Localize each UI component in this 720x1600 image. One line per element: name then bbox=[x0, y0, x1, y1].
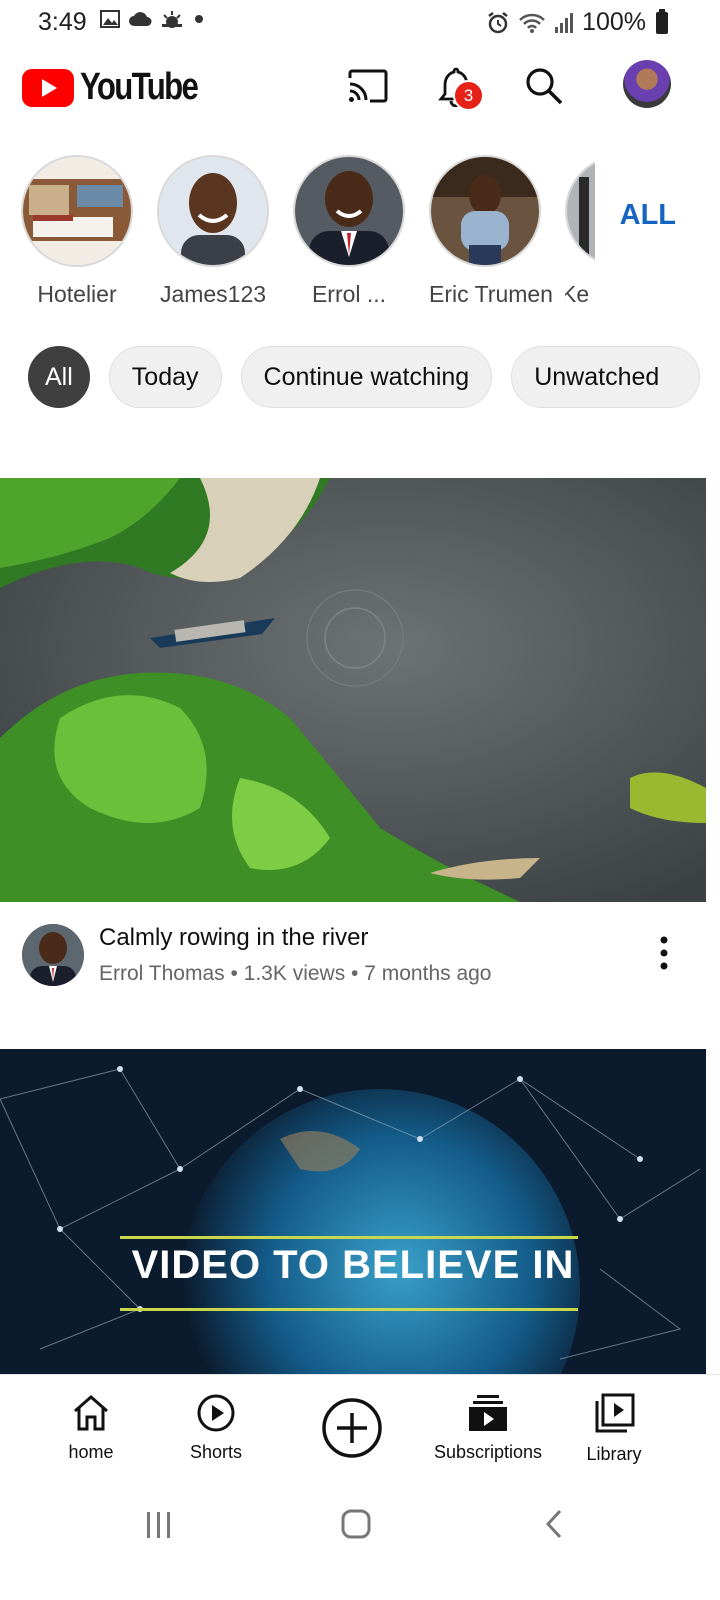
channel-avatar bbox=[293, 155, 405, 267]
gallery-icon bbox=[100, 10, 120, 28]
nav-library[interactable]: Library bbox=[544, 1393, 684, 1465]
channel-name: James123 bbox=[159, 281, 267, 307]
thumbnail-caption: VIDEO TO BELIEVE IN bbox=[131, 1243, 575, 1287]
channel-avatar bbox=[429, 155, 541, 267]
video-subtitle: Errol Thomas • 1.3K views • 7 months ago bbox=[99, 962, 492, 985]
status-icons-left bbox=[100, 10, 206, 28]
all-channels-link[interactable]: ALL bbox=[620, 199, 676, 232]
system-navigation-bar bbox=[0, 1480, 720, 1600]
channel-item-hotelier[interactable]: Hotelier bbox=[21, 155, 133, 308]
channel-avatar bbox=[565, 155, 595, 267]
channel-avatar[interactable] bbox=[22, 924, 84, 986]
more-options-button[interactable] bbox=[654, 934, 674, 974]
library-icon bbox=[595, 1393, 635, 1433]
recent-apps-icon[interactable] bbox=[144, 1510, 174, 1540]
chip-today[interactable]: Today bbox=[108, 346, 222, 408]
nav-create[interactable] bbox=[282, 1397, 422, 1464]
channel-avatar bbox=[21, 155, 133, 267]
subscribed-channels-row: Hotelier James123 Errol ... Eric Trumen … bbox=[0, 155, 720, 315]
more-vertical-icon bbox=[660, 936, 668, 970]
weather-icon bbox=[162, 11, 182, 28]
nav-subscriptions[interactable]: Subscriptions bbox=[418, 1393, 558, 1463]
video-title[interactable]: Calmly rowing in the river bbox=[99, 924, 368, 952]
status-bar: 3:49 100% bbox=[0, 0, 720, 44]
notifications-button[interactable]: 3 bbox=[432, 62, 484, 111]
channel-item-james123[interactable]: James123 bbox=[157, 155, 269, 308]
channel-avatar bbox=[157, 155, 269, 267]
chip-unwatched[interactable]: Unwatched bbox=[511, 346, 701, 408]
alarm-icon bbox=[488, 11, 508, 33]
video-thumbnail[interactable]: VIDEO TO BELIEVE IN bbox=[0, 1049, 706, 1375]
filter-chips: All Today Continue watching Unwatched bbox=[28, 346, 701, 408]
nav-label: home bbox=[68, 1442, 114, 1462]
nav-home[interactable]: home bbox=[21, 1393, 161, 1463]
battery-percent: 100% bbox=[582, 8, 646, 36]
account-avatar[interactable] bbox=[623, 60, 671, 108]
bottom-navigation: home Shorts Subscriptions Library bbox=[0, 1374, 720, 1481]
subscriptions-icon bbox=[469, 1395, 507, 1431]
nav-shorts[interactable]: Shorts bbox=[146, 1393, 286, 1463]
chip-all[interactable]: All bbox=[28, 346, 90, 408]
youtube-play-logo-icon bbox=[22, 68, 74, 107]
channel-name: Hotelier bbox=[37, 281, 117, 307]
nav-label: Shorts bbox=[189, 1442, 243, 1462]
channel-name: Eric Trumen bbox=[429, 281, 553, 307]
shorts-play-icon bbox=[197, 1394, 235, 1432]
status-time: 3:49 bbox=[38, 8, 87, 36]
home-system-icon[interactable] bbox=[340, 1508, 372, 1540]
channel-name: Errol ... bbox=[311, 281, 387, 307]
channel-name: Ke bbox=[565, 281, 590, 307]
cast-button[interactable] bbox=[344, 62, 392, 110]
signal-icon bbox=[555, 12, 574, 33]
app-name: YouTube bbox=[80, 66, 199, 108]
nav-label: Library bbox=[586, 1444, 642, 1464]
wifi-icon bbox=[519, 13, 545, 33]
channel-item-eric-trumen[interactable]: Eric Trumen bbox=[429, 155, 553, 308]
channel-item-partial[interactable]: Ke bbox=[565, 155, 595, 308]
dot-icon bbox=[195, 15, 203, 23]
status-icons-right: 100% bbox=[486, 8, 668, 37]
youtube-logo[interactable]: YouTube bbox=[22, 66, 223, 109]
search-button[interactable] bbox=[520, 62, 568, 110]
nav-label: Subscriptions bbox=[433, 1442, 543, 1462]
river-aerial-image bbox=[0, 478, 706, 902]
home-icon bbox=[74, 1395, 108, 1431]
add-create-icon bbox=[322, 1398, 382, 1458]
cloud-icon bbox=[129, 12, 152, 26]
channel-item-errol[interactable]: Errol ... bbox=[293, 155, 405, 308]
video-meta: Calmly rowing in the river Errol Thomas … bbox=[0, 922, 720, 1002]
app-header: YouTube 3 bbox=[0, 50, 720, 124]
back-icon[interactable] bbox=[542, 1508, 566, 1540]
cast-icon bbox=[348, 69, 388, 103]
search-icon bbox=[526, 68, 563, 105]
notification-badge: 3 bbox=[453, 80, 484, 111]
chip-continue-watching[interactable]: Continue watching bbox=[240, 346, 493, 408]
video-thumbnail[interactable] bbox=[0, 478, 706, 902]
globe-network-image bbox=[0, 1049, 706, 1375]
battery-icon bbox=[656, 8, 668, 34]
